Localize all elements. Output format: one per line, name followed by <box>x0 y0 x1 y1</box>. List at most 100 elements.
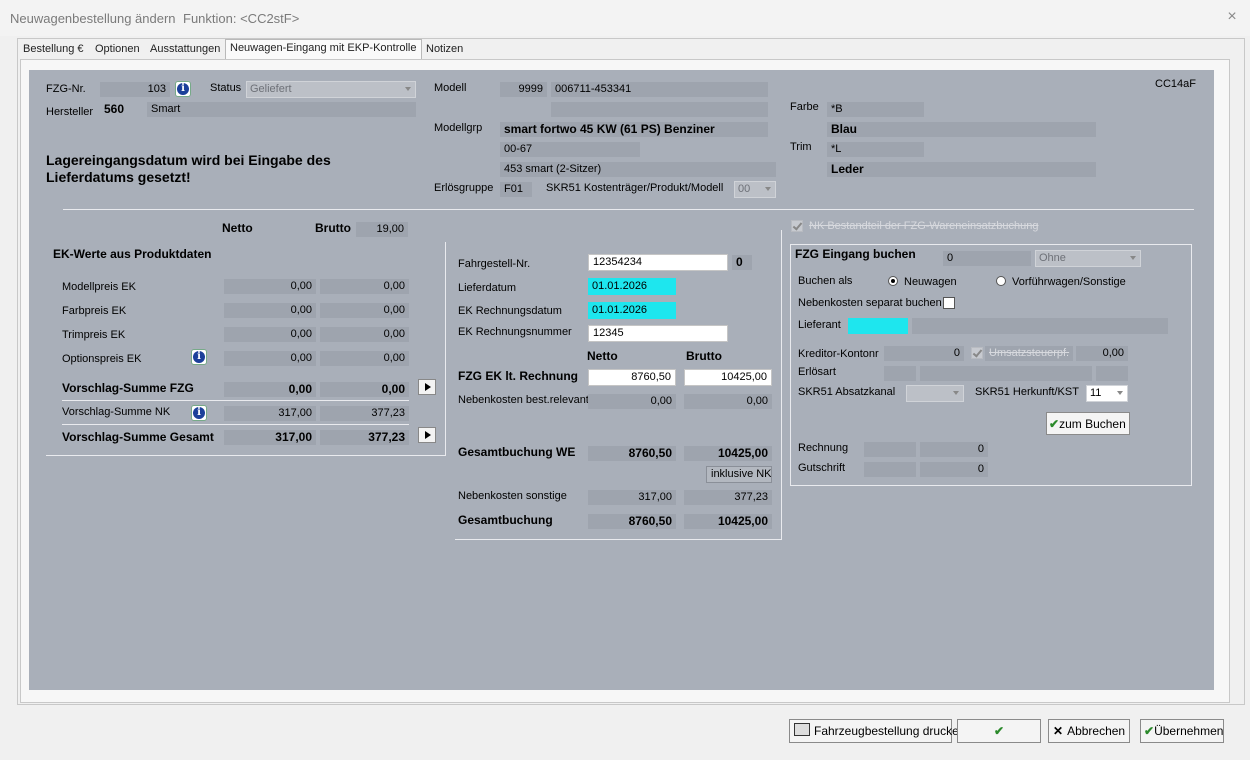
nk-bestandteil-checkbox[interactable] <box>791 220 803 232</box>
kreditor-value: 0 <box>884 346 964 361</box>
ek-netto-header: Netto <box>222 221 253 235</box>
tab-ausstattungen[interactable]: Ausstattungen <box>146 41 224 58</box>
tab-bestellung[interactable]: Bestellung € <box>19 41 88 58</box>
radio-neuwagen-label: Neuwagen <box>904 276 957 288</box>
close-icon[interactable]: × <box>1224 8 1240 26</box>
sum-fzg-brutto: 0,00 <box>320 382 409 397</box>
nk-bestandteil-label: NK Bestandteil der FZG-Wareneinsatzbuchu… <box>809 220 1039 232</box>
nk-sonst-brutto: 377,23 <box>684 490 772 505</box>
modellgrp-value: smart fortwo 45 KW (61 PS) Benziner <box>500 122 768 137</box>
trim-name: Leder <box>827 162 1096 177</box>
x-icon: ✕ <box>1053 724 1064 738</box>
ges-brutto: 10425,00 <box>684 514 772 529</box>
nk-separat-label: Nebenkosten separat buchen <box>798 297 942 309</box>
lieferdatum-label: Lieferdatum <box>458 282 517 294</box>
radio-neuwagen[interactable] <box>888 276 898 286</box>
erloesart-name <box>920 366 1092 381</box>
sum-nk-brutto: 377,23 <box>320 406 409 421</box>
mid-brutto-header: Brutto <box>686 349 722 363</box>
status-label: Status <box>210 82 242 94</box>
mid-box-right <box>781 230 782 540</box>
ek-row-label: Modellpreis EK <box>62 281 136 293</box>
modellgrp-line2: 00-67 <box>500 142 640 157</box>
ust-value: 0,00 <box>1076 346 1128 361</box>
nk-info-icon[interactable]: i <box>191 405 207 421</box>
buchen-type-select[interactable]: Ohne <box>1035 250 1141 267</box>
options-info-icon[interactable]: i <box>191 349 207 365</box>
ok-button[interactable]: ✔ <box>957 719 1041 743</box>
form-code: CC14aF <box>1155 78 1196 90</box>
sum-fzg-netto: 0,00 <box>224 382 316 397</box>
lieferant-input[interactable] <box>848 318 908 334</box>
tab-neuwagen-eingang[interactable]: Neuwagen-Eingang mit EKP-Kontrolle <box>225 39 422 60</box>
kreditor-label: Kreditor-Kontonr <box>798 348 879 360</box>
sum-total-netto: 317,00 <box>224 430 316 445</box>
ek-box-bottom <box>46 455 446 456</box>
lieferdatum-input[interactable]: 01.01.2026 <box>588 278 676 295</box>
buchen-als-label: Buchen als <box>798 275 853 287</box>
modell-code: 9999 <box>500 82 547 97</box>
radio-vorfuehrwagen[interactable] <box>996 276 1006 286</box>
window-function: Funktion: <CC2stF> <box>183 11 300 26</box>
ek-row-netto: 0,00 <box>224 279 316 294</box>
herkunft-label: SKR51 Herkunft/KST <box>975 386 1079 398</box>
nk-rel-label: Nebenkosten best.relevant <box>458 394 589 406</box>
tab-optionen[interactable]: Optionen <box>91 41 144 58</box>
ust-checkbox[interactable] <box>971 347 983 359</box>
erloesgruppe-value: F01 <box>500 182 532 197</box>
apply-button[interactable]: ✔Übernehmen <box>1140 719 1224 743</box>
status-select[interactable]: Geliefert <box>246 81 416 98</box>
fzg-ek-brutto-input[interactable]: 10425,00 <box>684 369 772 386</box>
sum-fzg-apply-button[interactable] <box>418 379 436 395</box>
fahrgestell-extra: 0 <box>732 255 752 270</box>
cancel-button[interactable]: ✕ Abbrechen <box>1048 719 1130 743</box>
ekrn-label: EK Rechnungsnummer <box>458 326 572 338</box>
check-icon: ✔ <box>1049 417 1060 431</box>
separator <box>63 209 1194 210</box>
ek-row-brutto: 0,00 <box>320 279 409 294</box>
tab-notizen[interactable]: Notizen <box>422 41 467 58</box>
rechnung-label: Rechnung <box>798 442 849 454</box>
lieferant-label: Lieferant <box>798 319 841 331</box>
hersteller-label: Hersteller <box>46 106 94 118</box>
sum-total-apply-button[interactable] <box>418 427 436 443</box>
fzg-info-icon[interactable]: i <box>175 81 191 97</box>
ges-netto: 8760,50 <box>588 514 676 529</box>
erloesgruppe-label: Erlösgruppe <box>434 182 494 194</box>
sum-total-brutto: 377,23 <box>320 430 409 445</box>
lieferant-name <box>912 318 1168 334</box>
buchen-title: FZG Eingang buchen <box>795 247 916 261</box>
skr51-select[interactable]: 00 <box>734 181 776 198</box>
modell-label: Modell <box>434 82 467 94</box>
notice-text: Lagereingangsdatum wird bei Eingabe des … <box>46 152 331 185</box>
zum-buchen-button[interactable]: ✔zum Buchen <box>1046 412 1130 435</box>
fzg-label: FZG-Nr. <box>46 83 86 95</box>
ekrd-input[interactable]: 01.01.2026 <box>588 302 676 319</box>
erloesart-code <box>884 366 916 381</box>
erloesart-label: Erlösart <box>798 366 836 378</box>
print-button[interactable]: Fahrzeugbestellung drucken <box>789 719 965 743</box>
window-title: Neuwagenbestellung ändern <box>10 11 176 26</box>
fahrgestell-input[interactable]: 12354234 <box>588 254 728 271</box>
herkunft-select[interactable]: 11 <box>1086 385 1128 402</box>
farbe-name: Blau <box>827 122 1096 137</box>
hersteller-name: Smart <box>147 102 416 117</box>
apply-check-icon: ✔ <box>1144 724 1155 738</box>
nk-separat-checkbox[interactable] <box>943 297 955 309</box>
ek-row-netto: 0,00 <box>224 351 316 366</box>
ek-row-label: Trimpreis EK <box>62 329 126 341</box>
skr51-label: SKR51 Kostenträger/Produkt/Modell <box>546 182 724 194</box>
modell-number: 006711-453341 <box>551 82 768 97</box>
nk-rel-brutto: 0,00 <box>684 394 772 409</box>
absatzkanal-label: SKR51 Absatzkanal <box>798 386 896 398</box>
sum-divider <box>62 400 409 401</box>
ekrn-input[interactable]: 12345 <box>588 325 728 342</box>
absatzkanal-select[interactable] <box>906 385 964 402</box>
ek-row-netto: 0,00 <box>224 303 316 318</box>
ges-we-brutto: 10425,00 <box>684 446 772 461</box>
mid-box-bottom <box>455 539 782 540</box>
fzg-ek-netto-input[interactable]: 8760,50 <box>588 369 676 386</box>
trim-code: *L <box>827 142 924 157</box>
erloesart-extra <box>1096 366 1128 381</box>
ek-row-brutto: 0,00 <box>320 351 409 366</box>
